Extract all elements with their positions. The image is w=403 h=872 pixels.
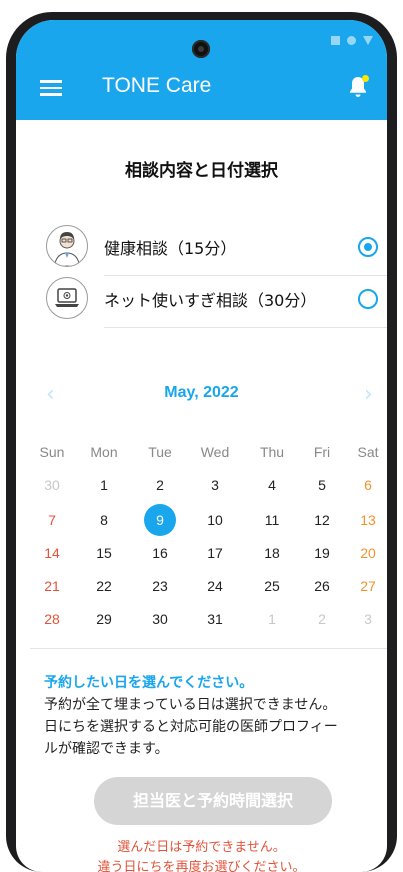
weekday-label: Fri	[313, 444, 331, 460]
instructions-line: 日にちを選択すると対応可能の医師プロフィー	[44, 719, 338, 735]
calendar-day[interactable]: 7	[30, 505, 74, 535]
calendar-day[interactable]: 26	[300, 571, 344, 601]
notification-bell-icon[interactable]	[347, 75, 369, 99]
week-row: 14 15 16 17 18 19 20	[30, 538, 387, 568]
instructions: 予約したい日を選んでください。 予約が全て埋まっている日は選択できません。 日に…	[44, 672, 374, 760]
week-row: 21 22 23 24 25 26 27	[30, 571, 387, 601]
calendar-day[interactable]: 21	[30, 571, 74, 601]
screen: TONE Care 相談内容と日付選択 健康相談（15分） ネット使いすぎ相談（…	[16, 20, 387, 872]
calendar-day[interactable]: 23	[138, 571, 182, 601]
calendar-day[interactable]: 13	[346, 505, 387, 535]
calendar-day[interactable]: 8	[82, 505, 126, 535]
calendar-day[interactable]: 30	[138, 604, 182, 634]
weekday-label: Wed	[200, 444, 230, 460]
calendar-day[interactable]: 29	[82, 604, 126, 634]
calendar-day[interactable]: 11	[250, 505, 294, 535]
radio-unselected[interactable]	[358, 289, 378, 309]
calendar-day[interactable]: 10	[193, 505, 237, 535]
instructions-line: ルが確認できます。	[44, 741, 169, 757]
battery-icon	[363, 36, 373, 45]
option-label: ネット使いすぎ相談（30分）	[104, 291, 317, 310]
calendar-day[interactable]: 20	[346, 538, 387, 568]
signal-icon	[331, 36, 340, 45]
wifi-icon	[347, 36, 356, 45]
error-line: 選んだ日は予約できません。	[117, 840, 286, 855]
calendar-day[interactable]: 6	[346, 470, 387, 500]
calendar-day[interactable]: 17	[193, 538, 237, 568]
section-heading: 相談内容と日付選択	[125, 161, 278, 181]
calendar-day[interactable]: 27	[346, 571, 387, 601]
weekday-row: Sun Mon Tue Wed Thu Fri Sat	[30, 437, 387, 467]
divider	[104, 327, 387, 328]
calendar-day[interactable]: 12	[300, 505, 344, 535]
calendar-day[interactable]: 15	[82, 538, 126, 568]
calendar-day[interactable]: 1	[82, 470, 126, 500]
front-camera	[192, 40, 210, 58]
weekday-label: Tue	[148, 444, 172, 460]
select-doctor-and-time-button[interactable]: 担当医と予約時間選択	[94, 777, 332, 825]
calendar-day-selected[interactable]: 9	[138, 504, 182, 536]
calendar-day: 30	[44, 477, 60, 493]
calendar-day[interactable]: 14	[30, 538, 74, 568]
calendar-day[interactable]: 25	[250, 571, 294, 601]
calendar-day[interactable]: 31	[193, 604, 237, 634]
error-message: 選んだ日は予約できません。 違う日にちを再度お選びください。	[16, 838, 387, 872]
week-row: 30 1 2 3 4 5 6	[30, 470, 387, 500]
weekday-label: Mon	[90, 444, 118, 460]
option-health-consultation[interactable]: 健康相談（15分）	[46, 220, 387, 276]
app-bar: TONE Care	[16, 20, 387, 120]
doctor-avatar-icon	[46, 225, 88, 267]
calendar-day[interactable]: 4	[250, 470, 294, 500]
notification-dot	[362, 75, 369, 82]
error-line: 違う日にちを再度お選びください。	[97, 860, 306, 872]
calendar-day: 1	[268, 611, 276, 627]
instructions-highlight: 予約したい日を選んでください。	[44, 675, 254, 691]
calendar-day[interactable]: 19	[300, 538, 344, 568]
calendar-day[interactable]: 24	[193, 571, 237, 601]
calendar-day: 3	[364, 611, 372, 627]
weekday-label: Sun	[39, 444, 65, 460]
calendar-day[interactable]: 3	[193, 470, 237, 500]
option-internet-overuse-consultation[interactable]: ネット使いすぎ相談（30分）	[46, 272, 387, 328]
phone-frame: TONE Care 相談内容と日付選択 健康相談（15分） ネット使いすぎ相談（…	[6, 12, 397, 872]
week-row: 7 8 9 10 11 12 13	[30, 504, 387, 536]
calendar-day[interactable]: 5	[300, 470, 344, 500]
instructions-line: 予約が全て埋まっている日は選択できません。	[44, 697, 337, 713]
menu-icon[interactable]	[40, 80, 62, 96]
calendar-month-label: May, 2022	[164, 384, 239, 401]
app-title: TONE Care	[102, 74, 212, 97]
calendar-day: 2	[318, 611, 326, 627]
laptop-icon	[46, 277, 88, 319]
calendar-day-label: 9	[156, 512, 164, 528]
week-row: 28 29 30 31 1 2 3	[30, 604, 387, 634]
next-month-chevron-icon[interactable]: ›	[364, 382, 373, 407]
radio-selected[interactable]	[358, 237, 378, 257]
weekday-label: Sat	[357, 444, 379, 460]
calendar-day[interactable]: 2	[138, 470, 182, 500]
calendar-day[interactable]: 22	[82, 571, 126, 601]
status-bar-icons	[331, 36, 373, 45]
calendar-day[interactable]: 16	[138, 538, 182, 568]
divider	[30, 648, 387, 649]
calendar-day[interactable]: 18	[250, 538, 294, 568]
option-label: 健康相談（15分）	[104, 239, 237, 258]
calendar-day[interactable]: 28	[30, 604, 74, 634]
weekday-label: Thu	[259, 444, 285, 460]
